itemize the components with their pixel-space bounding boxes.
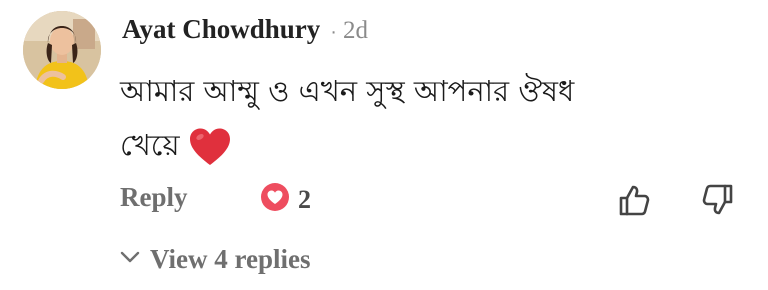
heart-reaction-button[interactable]: 2 bbox=[260, 182, 311, 217]
comment-header: Ayat Chowdhury · 2d bbox=[122, 14, 368, 50]
heart-emoji-icon bbox=[188, 127, 232, 184]
meta-separator: · bbox=[330, 21, 337, 43]
thumbs-down-icon[interactable] bbox=[700, 182, 736, 223]
chevron-down-icon bbox=[120, 250, 140, 269]
reaction-count: 2 bbox=[298, 184, 311, 214]
reply-button[interactable]: Reply bbox=[120, 182, 188, 213]
comment-body: আমার আম্মু ও এখন সুস্থ আপনার ঔষধ খেয়ে bbox=[120, 64, 750, 184]
comment: Ayat Chowdhury · 2d আমার আম্মু ও এখন সুস… bbox=[0, 0, 768, 290]
comment-body-line: খেয়ে bbox=[120, 118, 750, 184]
comment-actions: Reply 2 bbox=[0, 178, 768, 224]
avatar[interactable] bbox=[23, 11, 101, 89]
author-name[interactable]: Ayat Chowdhury bbox=[122, 14, 320, 45]
heart-reaction-icon bbox=[260, 182, 290, 217]
comment-body-text: খেয়ে bbox=[120, 128, 180, 162]
view-replies-button[interactable]: View 4 replies bbox=[120, 244, 310, 275]
comment-age: 2d bbox=[342, 17, 368, 44]
view-replies-label: View 4 replies bbox=[150, 244, 311, 274]
thumbs-up-icon[interactable] bbox=[616, 182, 652, 223]
comment-body-line: আমার আম্মু ও এখন সুস্থ আপনার ঔষধ bbox=[120, 74, 575, 108]
